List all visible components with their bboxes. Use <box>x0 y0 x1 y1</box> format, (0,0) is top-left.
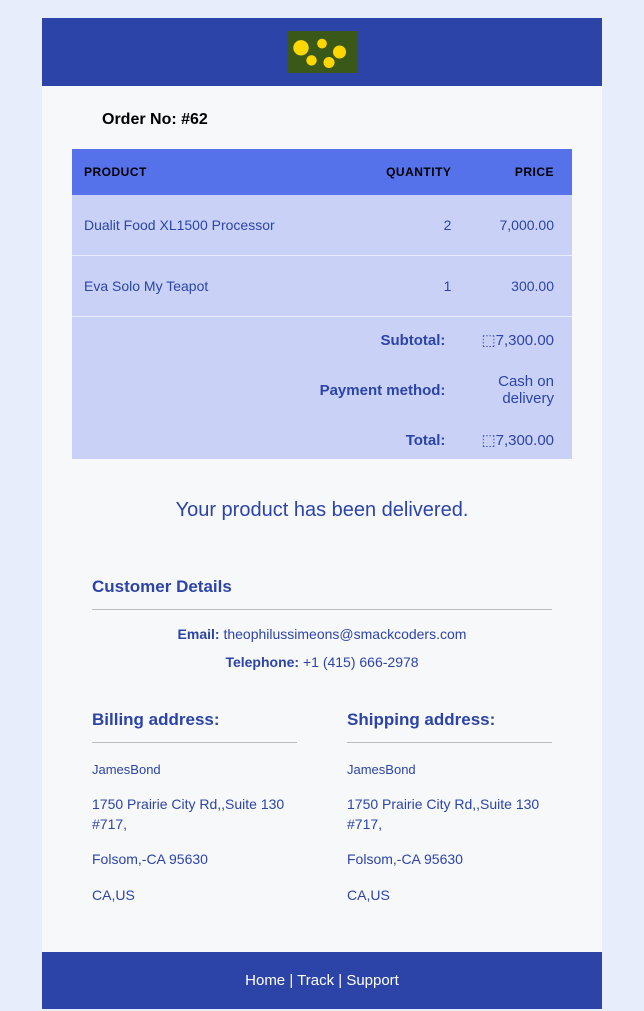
order-table-wrap: PRODUCT QUANTITY PRICE Dualit Food XL150… <box>42 149 602 459</box>
item-price: 7,000.00 <box>463 195 572 256</box>
phone-value: +1 (415) 666-2978 <box>303 654 419 670</box>
email-value: theophilussimeons@smackcoders.com <box>223 626 466 642</box>
subtotal-label: Subtotal: <box>72 317 463 360</box>
shipping-city: Folsom,-CA 95630 <box>347 850 552 870</box>
shipping-region: CA,US <box>347 886 552 906</box>
customer-details-heading: Customer Details <box>92 577 552 610</box>
separator: | <box>285 972 297 989</box>
payment-value: Cash on delivery <box>463 359 572 417</box>
subtotal-row: Subtotal: ⬚7,300.00 <box>72 317 572 360</box>
order-number: Order No: #62 <box>42 86 602 149</box>
footer-support-link[interactable]: Support <box>346 972 399 989</box>
logo-image <box>287 31 357 73</box>
col-product: PRODUCT <box>72 149 348 195</box>
col-price: PRICE <box>463 149 572 195</box>
shipping-street: 1750 Prairie City Rd,,Suite 130 #717, <box>347 795 552 834</box>
email-label: Email: <box>178 626 224 642</box>
item-qty: 1 <box>348 256 463 317</box>
footer-track-link[interactable]: Track <box>297 972 334 989</box>
item-name: Eva Solo My Teapot <box>72 256 348 317</box>
address-columns: Billing address: JamesBond 1750 Prairie … <box>92 710 552 922</box>
col-quantity: QUANTITY <box>348 149 463 195</box>
billing-city: Folsom,-CA 95630 <box>92 850 297 870</box>
subtotal-value: ⬚7,300.00 <box>463 317 572 360</box>
billing-region: CA,US <box>92 886 297 906</box>
billing-name: JamesBond <box>92 761 297 779</box>
header <box>42 18 602 86</box>
billing-heading: Billing address: <box>92 710 297 743</box>
separator: | <box>334 972 346 989</box>
billing-address: Billing address: JamesBond 1750 Prairie … <box>92 710 297 922</box>
footer-home-link[interactable]: Home <box>245 972 285 989</box>
table-row: Eva Solo My Teapot 1 300.00 <box>72 256 572 317</box>
total-label: Total: <box>72 417 463 459</box>
shipping-name: JamesBond <box>347 761 552 779</box>
item-qty: 2 <box>348 195 463 256</box>
email-container: Order No: #62 PRODUCT QUANTITY PRICE Dua… <box>42 18 602 1009</box>
phone-label: Telephone: <box>225 654 303 670</box>
item-price: 300.00 <box>463 256 572 317</box>
billing-street: 1750 Prairie City Rd,,Suite 130 #717, <box>92 795 297 834</box>
shipping-address: Shipping address: JamesBond 1750 Prairie… <box>347 710 552 922</box>
payment-row: Payment method: Cash on delivery <box>72 359 572 417</box>
email-line: Email: theophilussimeons@smackcoders.com <box>92 626 552 642</box>
table-row: Dualit Food XL1500 Processor 2 7,000.00 <box>72 195 572 256</box>
shipping-heading: Shipping address: <box>347 710 552 743</box>
total-row: Total: ⬚7,300.00 <box>72 417 572 459</box>
footer: Home | Track | Support <box>42 952 602 1009</box>
payment-label: Payment method: <box>72 359 463 417</box>
phone-line: Telephone: +1 (415) 666-2978 <box>92 654 552 670</box>
customer-details: Customer Details Email: theophilussimeon… <box>42 577 602 952</box>
item-name: Dualit Food XL1500 Processor <box>72 195 348 256</box>
delivered-message: Your product has been delivered. <box>42 459 602 577</box>
total-value: ⬚7,300.00 <box>463 417 572 459</box>
order-table: PRODUCT QUANTITY PRICE Dualit Food XL150… <box>72 149 572 459</box>
